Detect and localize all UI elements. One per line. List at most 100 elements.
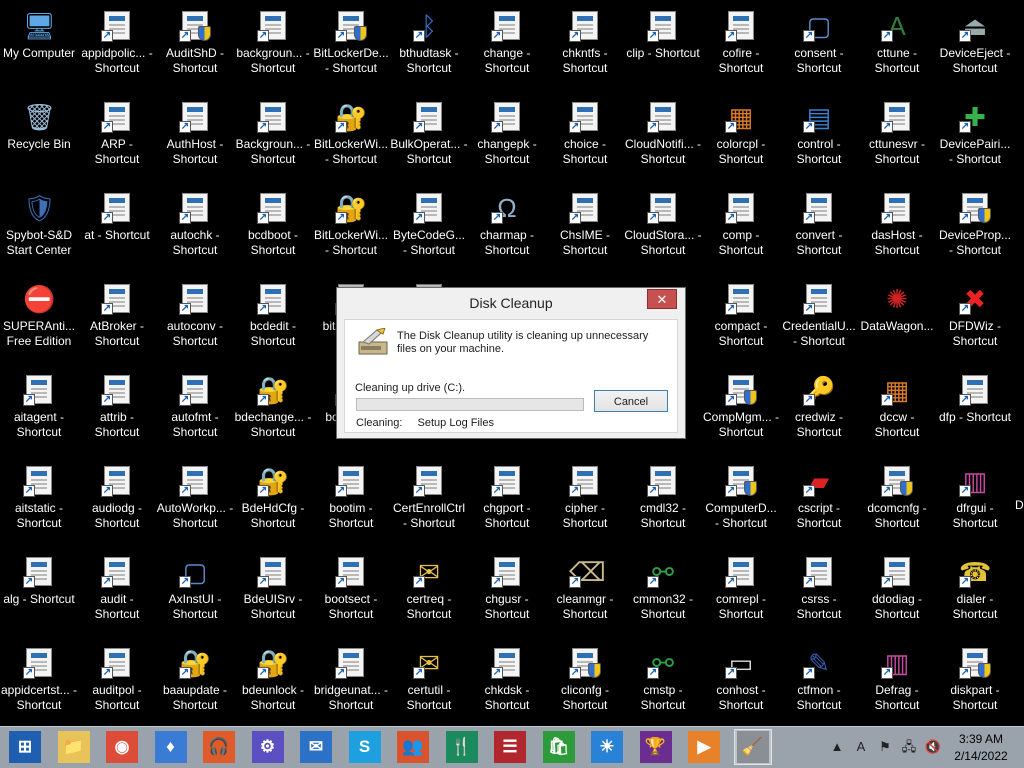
- desktop-icon[interactable]: 🔐 ↗ baaupdate - Shortcut: [156, 639, 234, 725]
- desktop-icon[interactable]: ↗ CertEnrollCtrl - Shortcut: [390, 457, 468, 543]
- desktop-icon[interactable]: ↗ cttunesvr - Shortcut: [858, 93, 936, 179]
- desktop-icon[interactable]: ↗ alg - Shortcut: [0, 548, 78, 634]
- desktop-icon[interactable]: ↗ DeviceProp... - Shortcut: [936, 184, 1014, 270]
- desktop-icon[interactable]: ✉ ↗ certreq - Shortcut: [390, 548, 468, 634]
- desktop-icon[interactable]: ⛔ SUPERAnti... Free Edition: [0, 275, 78, 361]
- desktop-icon[interactable]: ✚ ↗ DevicePairi... - Shortcut: [936, 93, 1014, 179]
- desktop-icon[interactable]: ↗ choice - Shortcut: [546, 93, 624, 179]
- desktop-icon[interactable]: ↗ cipher - Shortcut: [546, 457, 624, 543]
- desktop-icon[interactable]: ▰ ↗ cscript - Shortcut: [780, 457, 858, 543]
- desktop-icon[interactable]: ↗ AutoWorkp... - Shortcut: [156, 457, 234, 543]
- desktop-icon[interactable]: ↗ aitagent - Shortcut: [0, 366, 78, 452]
- dialog-titlebar[interactable]: Disk Cleanup ✕: [337, 288, 685, 318]
- volume-muted-icon[interactable]: 🔇: [924, 738, 942, 756]
- people-app-button[interactable]: 👥: [394, 729, 432, 765]
- desktop-icon[interactable]: ↗ chgusr - Shortcut: [468, 548, 546, 634]
- desktop-icon[interactable]: ▢ ↗ AxInstUI - Shortcut: [156, 548, 234, 634]
- desktop-icon[interactable]: 🔐 ↗ BdeHdCfg - Shortcut: [234, 457, 312, 543]
- cancel-button[interactable]: Cancel: [594, 390, 668, 412]
- desktop-icon[interactable]: ᛒ ↗ bthudtask - Shortcut: [390, 2, 468, 88]
- desktop-icon[interactable]: ▦ ↗ dccw - Shortcut: [858, 366, 936, 452]
- desktop-icon[interactable]: ↗ CloudNotifi... - Shortcut: [624, 93, 702, 179]
- desktop-icon[interactable]: ↗ CompMgm... - Shortcut: [702, 366, 780, 452]
- desktop-icon[interactable]: Ω ↗ charmap - Shortcut: [468, 184, 546, 270]
- desktop-icon[interactable]: ✺ DataWagon...: [858, 275, 936, 361]
- desktop-icon[interactable]: ↗ dasHost - Shortcut: [858, 184, 936, 270]
- desktop-icon[interactable]: ↗ dcomcnfg - Shortcut: [858, 457, 936, 543]
- desktop-icon[interactable]: ↗ bootsect - Shortcut: [312, 548, 390, 634]
- desktop-icon[interactable]: ↗ change - Shortcut: [468, 2, 546, 88]
- desktop-icon[interactable]: ↗ autochk - Shortcut: [156, 184, 234, 270]
- desktop-icon[interactable]: ↗ bcdboot - Shortcut: [234, 184, 312, 270]
- desktop-icon[interactable]: ↗ ddodiag - Shortcut: [858, 548, 936, 634]
- desktop-icon[interactable]: ↗ ComputerD... - Shortcut: [702, 457, 780, 543]
- desktop-icon[interactable]: ↗ ChsIME - Shortcut: [546, 184, 624, 270]
- video-app-button[interactable]: ▶: [685, 729, 723, 765]
- desktop-icon[interactable]: ↗ BitLockerDe... - Shortcut: [312, 2, 390, 88]
- desktop-icon[interactable]: ↗ csrss - Shortcut: [780, 548, 858, 634]
- app-blue-flame-button[interactable]: ♦: [152, 729, 190, 765]
- desktop-icon[interactable]: ↗ Backgroun... - Shortcut: [234, 93, 312, 179]
- desktop-icon[interactable]: ↗ diskpart - Shortcut: [936, 639, 1014, 725]
- mail-app-button[interactable]: ✉: [297, 729, 335, 765]
- network-tray-icon[interactable]: 🖧: [900, 738, 918, 756]
- desktop-icon[interactable]: ↗ chgport - Shortcut: [468, 457, 546, 543]
- weather-app-button[interactable]: ☀: [588, 729, 626, 765]
- desktop-icon[interactable]: 🔐 ↗ bdeunlock - Shortcut: [234, 639, 312, 725]
- desktop-icon[interactable]: ✎ ↗ ctfmon - Shortcut: [780, 639, 858, 725]
- desktop-icon[interactable]: ▢ ↗ consent - Shortcut: [780, 2, 858, 88]
- desktop-icon[interactable]: ↗ autofmt - Shortcut: [156, 366, 234, 452]
- desktop-icon[interactable]: ↗ audit - Shortcut: [78, 548, 156, 634]
- desktop-icon[interactable]: ↗ BdeUISrv - Shortcut: [234, 548, 312, 634]
- show-hidden-icons-icon[interactable]: ▲: [828, 738, 846, 756]
- desktop-icon[interactable]: ↗ compact - Shortcut: [702, 275, 780, 361]
- desktop-icon[interactable]: 🗑 Recycle Bin: [0, 93, 78, 179]
- desktop-icon[interactable]: ✖ ↗ DFDWiz - Shortcut: [936, 275, 1014, 361]
- desktop-icon[interactable]: ↗ BulkOperat... - Shortcut: [390, 93, 468, 179]
- acrobat-tray-icon[interactable]: A: [852, 738, 870, 756]
- desktop-icon[interactable]: A ↗ cttune - Shortcut: [858, 2, 936, 88]
- clock[interactable]: 3:39 AM 2/14/2022: [946, 731, 1016, 765]
- games-app-button[interactable]: 🏆: [637, 729, 675, 765]
- desktop-icon[interactable]: ⏏ ↗ DeviceEject - Shortcut: [936, 2, 1014, 88]
- action-center-flag-icon[interactable]: ⚑: [876, 738, 894, 756]
- disk-cleanup-taskbar-button[interactable]: 🧹: [733, 729, 772, 765]
- desktop-icon[interactable]: ▤ ↗ control - Shortcut: [780, 93, 858, 179]
- desktop-icon[interactable]: ↗ CredentialU... - Shortcut: [780, 275, 858, 361]
- desktop-icon[interactable]: ↗ attrib - Shortcut: [78, 366, 156, 452]
- desktop-icon[interactable]: ↗ comp - Shortcut: [702, 184, 780, 270]
- desktop-icon[interactable]: 🔐 ↗ bdechange... - Shortcut: [234, 366, 312, 452]
- desktop-icon[interactable]: ↗ chkntfs - Shortcut: [546, 2, 624, 88]
- desktop-icon[interactable]: ↗ convert - Shortcut: [780, 184, 858, 270]
- desktop-icon[interactable]: 🖥 My Computer: [0, 2, 78, 88]
- desktop-icon[interactable]: ↗ AuditShD - Shortcut: [156, 2, 234, 88]
- desktop-icon[interactable]: ↗ appidpolic... - Shortcut: [78, 2, 156, 88]
- desktop-icon[interactable]: 🔐 ↗ BitLockerWi... - Shortcut: [312, 93, 390, 179]
- desktop-icon[interactable]: ↗ ARP - Shortcut: [78, 93, 156, 179]
- desktop-icon[interactable]: ↗ AtBroker - Shortcut: [78, 275, 156, 361]
- skype-button[interactable]: S: [346, 729, 384, 765]
- desktop-icon[interactable]: ↗ chkdsk - Shortcut: [468, 639, 546, 725]
- desktop-icon[interactable]: ↗ auditpol - Shortcut: [78, 639, 156, 725]
- chrome-button[interactable]: ◉: [103, 729, 141, 765]
- settings-app-button[interactable]: ⚙: [249, 729, 287, 765]
- desktop-icon[interactable]: ↗ clip - Shortcut: [624, 2, 702, 88]
- desktop-icon[interactable]: 🔑 ↗ credwiz - Shortcut: [780, 366, 858, 452]
- desktop-icon[interactable]: ↗ ByteCodeG... - Shortcut: [390, 184, 468, 270]
- close-button[interactable]: ✕: [647, 289, 677, 309]
- desktop-icon[interactable]: ↗ cliconfg - Shortcut: [546, 639, 624, 725]
- food-app-button[interactable]: 🍴: [443, 729, 481, 765]
- desktop-icon[interactable]: ↗ audiodg - Shortcut: [78, 457, 156, 543]
- desktop-icon[interactable]: ↗ AuthHost - Shortcut: [156, 93, 234, 179]
- desktop-icon[interactable]: ↗ bcdedit - Shortcut: [234, 275, 312, 361]
- desktop-icon[interactable]: ↗ changepk - Shortcut: [468, 93, 546, 179]
- desktop-icon[interactable]: ▭ ↗ conhost - Shortcut: [702, 639, 780, 725]
- desktop-icon[interactable]: ▦ ↗ colorcpl - Shortcut: [702, 93, 780, 179]
- desktop-icon[interactable]: ⚯ ↗ cmmon32 - Shortcut: [624, 548, 702, 634]
- desktop-icon[interactable]: 🛡 Spybot-S&D Start Center: [0, 184, 78, 270]
- desktop-icon[interactable]: ↗ comrepl - Shortcut: [702, 548, 780, 634]
- store-app-button[interactable]: 🛍: [540, 729, 578, 765]
- desktop-icon[interactable]: ↗ autoconv - Shortcut: [156, 275, 234, 361]
- desktop-icon[interactable]: ⚯ ↗ cmstp - Shortcut: [624, 639, 702, 725]
- file-explorer-button[interactable]: 📁: [55, 729, 93, 765]
